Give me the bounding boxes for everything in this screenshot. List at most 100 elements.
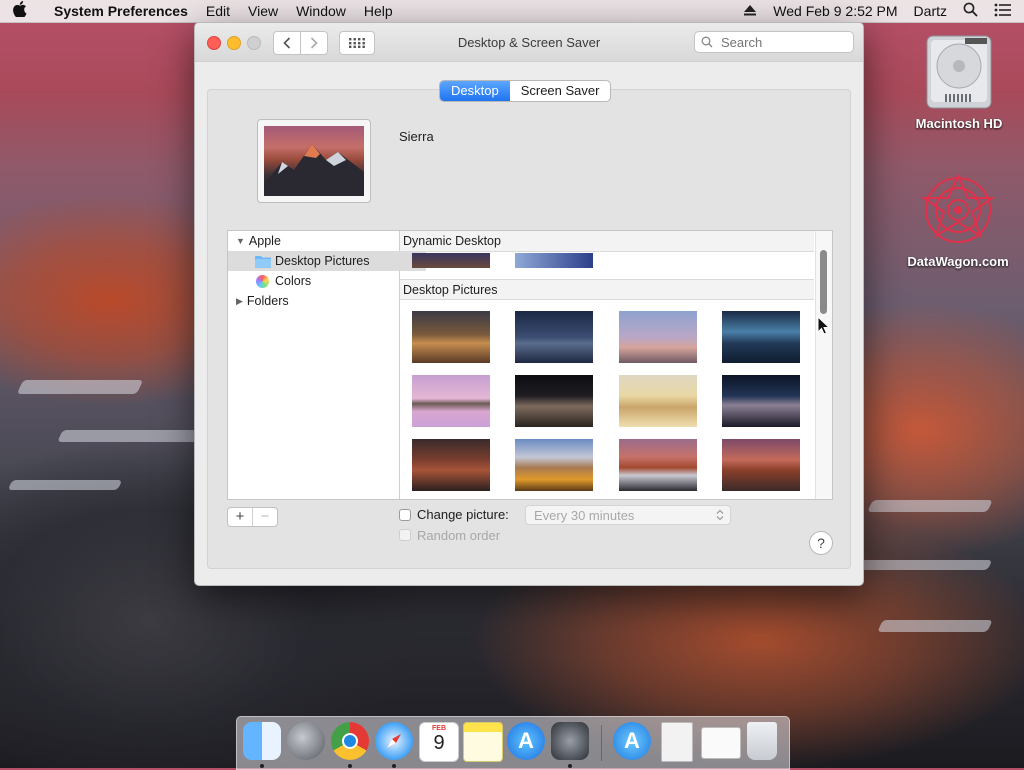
picture-thumbnail[interactable] <box>515 253 593 268</box>
add-folder-button[interactable]: + <box>228 508 252 526</box>
picture-thumbnail[interactable] <box>722 439 800 491</box>
menu-user[interactable]: Dartz <box>914 3 947 19</box>
change-interval-select[interactable]: Every 30 minutes <box>525 505 731 525</box>
source-item-colors[interactable]: Colors <box>228 271 427 291</box>
picture-thumbnail[interactable] <box>619 311 697 363</box>
picture-thumbnail[interactable] <box>515 439 593 491</box>
launchpad-icon[interactable] <box>287 722 325 760</box>
chrome-icon[interactable] <box>331 722 369 760</box>
current-picture-preview <box>257 119 371 203</box>
picture-thumbnail[interactable] <box>412 375 490 427</box>
source-list: ▼ Apple Desktop Pictures Colors ▶ Folder… <box>228 231 426 499</box>
downloads-stack-icon[interactable] <box>701 727 741 759</box>
running-indicator <box>348 764 352 768</box>
current-picture-name: Sierra <box>399 129 434 144</box>
grid-icon <box>349 38 365 48</box>
picture-thumbnail[interactable] <box>412 439 490 491</box>
chevron-right-icon <box>310 37 318 49</box>
folder-icon <box>255 255 271 268</box>
forward-button[interactable] <box>300 31 328 55</box>
menu-edit[interactable]: Edit <box>197 3 239 19</box>
section-header-dynamic: Dynamic Desktop <box>400 231 814 252</box>
section-header-pictures: Desktop Pictures <box>400 279 814 300</box>
tab-desktop[interactable]: Desktop <box>440 81 510 101</box>
menu-help[interactable]: Help <box>355 3 402 19</box>
source-group-label: Apple <box>248 234 281 248</box>
add-remove-buttons: + − <box>227 507 278 527</box>
desktop-icon-label: Macintosh HD <box>915 116 1003 131</box>
picture-thumbnail[interactable] <box>722 311 800 363</box>
menu-bar: System Preferences Edit View Window Help… <box>0 0 1024 23</box>
search-field[interactable] <box>694 31 854 53</box>
mandala-logo-icon <box>920 173 996 243</box>
document-icon[interactable] <box>661 722 693 762</box>
source-group-folders[interactable]: ▶ Folders <box>228 291 407 311</box>
applications-folder-icon[interactable]: A <box>613 722 651 760</box>
spotlight-search-icon[interactable] <box>963 2 978 20</box>
disclosure-triangle-closed-icon[interactable]: ▶ <box>236 296 243 307</box>
change-picture-checkbox[interactable] <box>399 509 411 521</box>
chevron-updown-icon <box>716 509 724 521</box>
tab-switcher: Desktop Screen Saver <box>439 80 612 102</box>
calendar-day: 9 <box>433 732 445 754</box>
random-order-label: Random order <box>417 528 501 543</box>
mouse-pointer-icon <box>817 316 831 335</box>
desktop-icon-macintosh-hd[interactable]: Macintosh HD <box>904 32 1014 131</box>
menu-window[interactable]: Window <box>287 3 355 19</box>
running-indicator <box>392 764 396 768</box>
change-picture-label: Change picture: <box>417 507 509 522</box>
picture-thumbnail[interactable] <box>722 375 800 427</box>
running-indicator <box>568 764 572 768</box>
scrollbar-thumb[interactable] <box>820 250 827 314</box>
grid-scrollbar[interactable] <box>815 231 832 499</box>
preferences-window: Desktop & Screen Saver Desktop Screen Sa… <box>194 22 864 586</box>
help-button[interactable]: ? <box>809 531 833 555</box>
calendar-month: FEB <box>432 725 446 732</box>
random-order-checkbox[interactable] <box>399 529 411 541</box>
desktop-icon-datawagon[interactable]: DataWagon.com <box>900 170 1016 269</box>
dock: FEB 9 A A <box>236 716 790 770</box>
source-group-apple[interactable]: ▼ Apple <box>228 231 407 251</box>
color-wheel-icon <box>256 274 269 288</box>
dock-divider <box>601 725 602 761</box>
zoom-button[interactable] <box>247 36 261 50</box>
source-item-desktop-pictures[interactable]: Desktop Pictures <box>228 251 426 271</box>
picture-grid: Dynamic Desktop Desktop Pictures <box>400 231 814 499</box>
notification-center-icon[interactable] <box>994 3 1012 20</box>
picture-thumbnail[interactable] <box>619 439 697 491</box>
notes-icon[interactable] <box>463 722 503 762</box>
tab-screen-saver[interactable]: Screen Saver <box>510 81 611 101</box>
safari-icon[interactable] <box>375 722 413 760</box>
picture-browser: ▼ Apple Desktop Pictures Colors ▶ Folder… <box>227 230 833 500</box>
title-bar[interactable]: Desktop & Screen Saver <box>195 23 863 62</box>
app-store-icon[interactable]: A <box>507 722 545 760</box>
close-button[interactable] <box>207 36 221 50</box>
calendar-icon[interactable]: FEB 9 <box>419 722 459 762</box>
menu-view[interactable]: View <box>239 3 287 19</box>
system-preferences-icon[interactable] <box>551 722 589 760</box>
remove-folder-button[interactable]: − <box>252 508 277 526</box>
source-item-label: Colors <box>275 274 312 288</box>
disclosure-triangle-open-icon[interactable]: ▼ <box>236 236 245 246</box>
picture-thumbnail[interactable] <box>412 253 490 268</box>
app-name-menu[interactable]: System Preferences <box>40 3 197 19</box>
apple-menu-icon[interactable] <box>0 1 40 21</box>
source-item-label: Desktop Pictures <box>275 254 370 268</box>
picture-thumbnail[interactable] <box>515 375 593 427</box>
search-input[interactable] <box>719 33 843 51</box>
desktop-icon-label: DataWagon.com <box>907 254 1009 269</box>
picture-thumbnail[interactable] <box>515 311 593 363</box>
show-all-button[interactable] <box>339 31 375 55</box>
picture-thumbnail[interactable] <box>619 375 697 427</box>
trash-icon[interactable] <box>747 722 777 760</box>
back-button[interactable] <box>273 31 301 55</box>
finder-icon[interactable] <box>243 722 281 760</box>
search-icon <box>701 36 713 48</box>
hard-drive-icon <box>926 35 992 109</box>
chevron-left-icon <box>283 37 291 49</box>
picture-thumbnail[interactable] <box>412 311 490 363</box>
menu-clock[interactable]: Wed Feb 9 2:52 PM <box>773 3 897 19</box>
running-indicator <box>260 764 264 768</box>
eject-icon[interactable] <box>743 3 757 19</box>
minimize-button[interactable] <box>227 36 241 50</box>
